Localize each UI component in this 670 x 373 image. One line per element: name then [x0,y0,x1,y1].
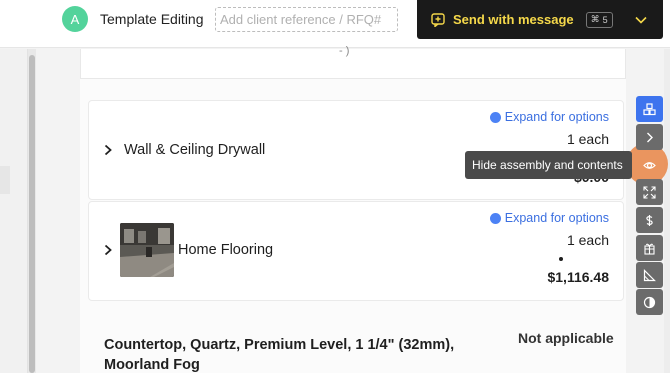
shortcut-key: 5 [602,14,608,25]
options-button[interactable] [636,235,663,261]
message-plus-icon [431,12,445,27]
previous-item-card: - ) [80,45,626,79]
item-name: Home Flooring [178,242,274,258]
expand-label: Expand for options [504,110,609,124]
assemblies-button[interactable] [636,96,663,122]
options-dot-icon [489,212,501,224]
item-status: Not applicable [518,330,614,346]
tooltip: Hide assembly and contents [465,151,632,179]
assemblies-icon [643,102,656,115]
right-toolbar [636,96,664,315]
gift-icon [644,243,655,255]
line-item-card[interactable]: Home Flooring Expand for options 1 each … [88,201,624,301]
send-with-message-button[interactable]: Send with message ⌘ 5 [417,0,663,39]
measure-icon [643,268,656,281]
right-edge-panel [664,49,670,373]
page-title: Template Editing [100,11,204,27]
item-quantity: 1 each [566,131,609,147]
pricing-button[interactable] [636,207,663,233]
client-reference-input[interactable] [215,7,398,32]
scrollbar[interactable] [28,49,36,373]
left-panel-tab[interactable] [0,166,10,194]
measurements-button[interactable] [636,262,663,288]
contrast-button[interactable] [636,289,663,315]
chevron-down-icon[interactable] [635,16,647,24]
chevron-right-icon [647,132,653,142]
command-key: ⌘ [590,14,600,24]
expand-icon [643,185,656,199]
countertop-item-name: Countertop, Quartz, Premium Level, 1 1/4… [104,337,455,373]
expand-all-button[interactable] [636,179,663,205]
contrast-icon [643,296,656,308]
expand-options-link[interactable]: Expand for options [489,110,609,124]
item-price: $1,116.48 [547,269,609,285]
item-thumbnail-image [120,223,174,277]
top-bar: A Template Editing Send with message ⌘ 5 [0,0,670,48]
collapse-button[interactable] [636,124,663,150]
scrollbar-thumb[interactable] [29,55,35,373]
options-dot-icon [489,111,501,123]
dollar-icon [646,214,653,226]
send-button-label: Send with message [453,12,574,27]
keyboard-shortcut-badge: ⌘ 5 [585,11,613,28]
chevron-right-icon[interactable] [103,244,113,256]
left-panel [0,49,28,373]
hide-assembly-button[interactable] [636,152,663,178]
previous-item-fragment: - ) [339,45,350,57]
expand-label: Expand for options [504,211,609,225]
separator-dot [559,257,563,261]
expand-options-link[interactable]: Expand for options [489,211,609,225]
chevron-right-icon[interactable] [103,144,113,156]
item-name: Wall & Ceiling Drywall [124,142,266,158]
avatar[interactable]: A [62,6,88,32]
line-item-card[interactable]: Wall & Ceiling Drywall Expand for option… [88,100,624,200]
item-quantity: 1 each [566,232,609,248]
eye-icon [643,161,656,169]
